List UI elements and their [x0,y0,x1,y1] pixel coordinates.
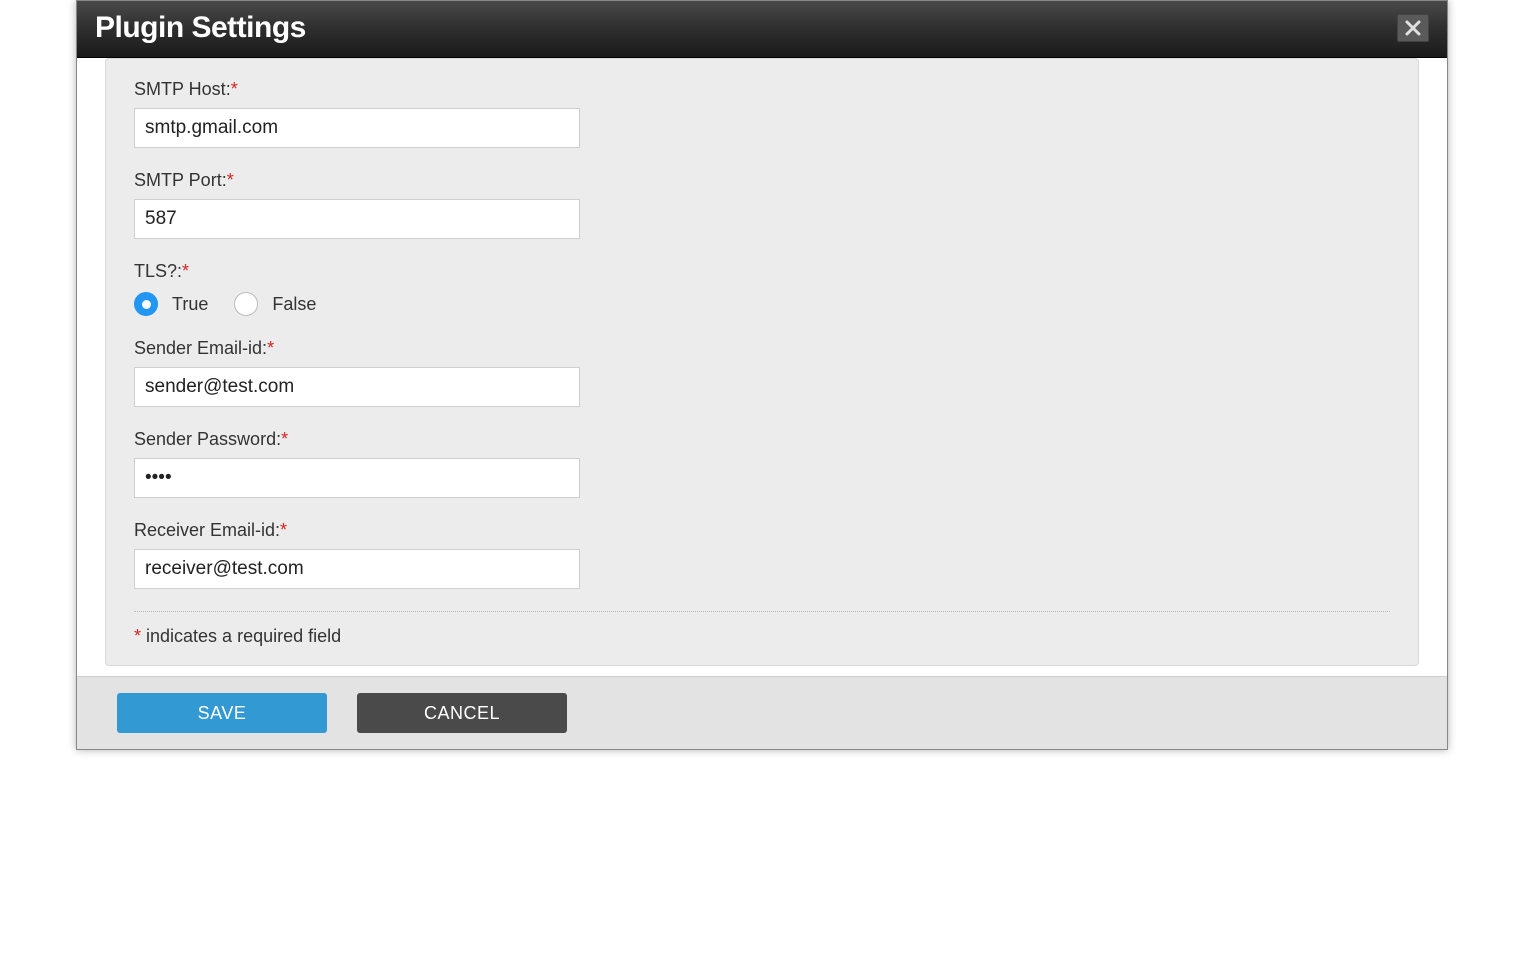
tls-radio-row: True False [134,292,1390,316]
close-icon [1405,20,1421,36]
required-note-text: indicates a required field [141,626,341,646]
tls-radio-false-label: False [272,294,316,315]
save-button[interactable]: SAVE [117,693,327,733]
tls-radio-false[interactable] [234,292,258,316]
sender-email-input[interactable] [134,367,580,407]
smtp-host-group: SMTP Host:* [134,79,1390,148]
smtp-port-group: SMTP Port:* [134,170,1390,239]
receiver-email-input[interactable] [134,549,580,589]
required-marker: * [267,338,274,358]
sender-email-group: Sender Email-id:* [134,338,1390,407]
required-marker: * [280,520,287,540]
sender-email-label: Sender Email-id:* [134,338,1390,359]
cancel-button[interactable]: CANCEL [357,693,567,733]
required-marker: * [227,170,234,190]
dialog-title: Plugin Settings [95,11,306,45]
dialog-footer: SAVE CANCEL [77,676,1447,749]
tls-radio-true[interactable] [134,292,158,316]
label-text: SMTP Host: [134,79,231,99]
required-marker: * [281,429,288,449]
smtp-host-input[interactable] [134,108,580,148]
tls-group: TLS?:* True False [134,261,1390,316]
smtp-port-label: SMTP Port:* [134,170,1390,191]
required-note: * indicates a required field [134,626,1390,647]
receiver-email-label: Receiver Email-id:* [134,520,1390,541]
plugin-settings-dialog: Plugin Settings SMTP Host:* SMTP Port:* [76,0,1448,750]
divider [134,611,1390,612]
label-text: TLS?: [134,261,182,281]
dialog-body: SMTP Host:* SMTP Port:* TLS?:* True [77,58,1447,676]
label-text: Sender Email-id: [134,338,267,358]
label-text: SMTP Port: [134,170,227,190]
form-panel: SMTP Host:* SMTP Port:* TLS?:* True [105,58,1419,666]
smtp-host-label: SMTP Host:* [134,79,1390,100]
receiver-email-group: Receiver Email-id:* [134,520,1390,589]
required-marker: * [231,79,238,99]
sender-password-input[interactable] [134,458,580,498]
sender-password-label: Sender Password:* [134,429,1390,450]
tls-label: TLS?:* [134,261,1390,282]
sender-password-group: Sender Password:* [134,429,1390,498]
tls-radio-true-label: True [172,294,208,315]
label-text: Sender Password: [134,429,281,449]
close-button[interactable] [1397,14,1429,42]
smtp-port-input[interactable] [134,199,580,239]
label-text: Receiver Email-id: [134,520,280,540]
dialog-header: Plugin Settings [77,1,1447,58]
required-marker: * [182,261,189,281]
required-note-marker: * [134,626,141,646]
